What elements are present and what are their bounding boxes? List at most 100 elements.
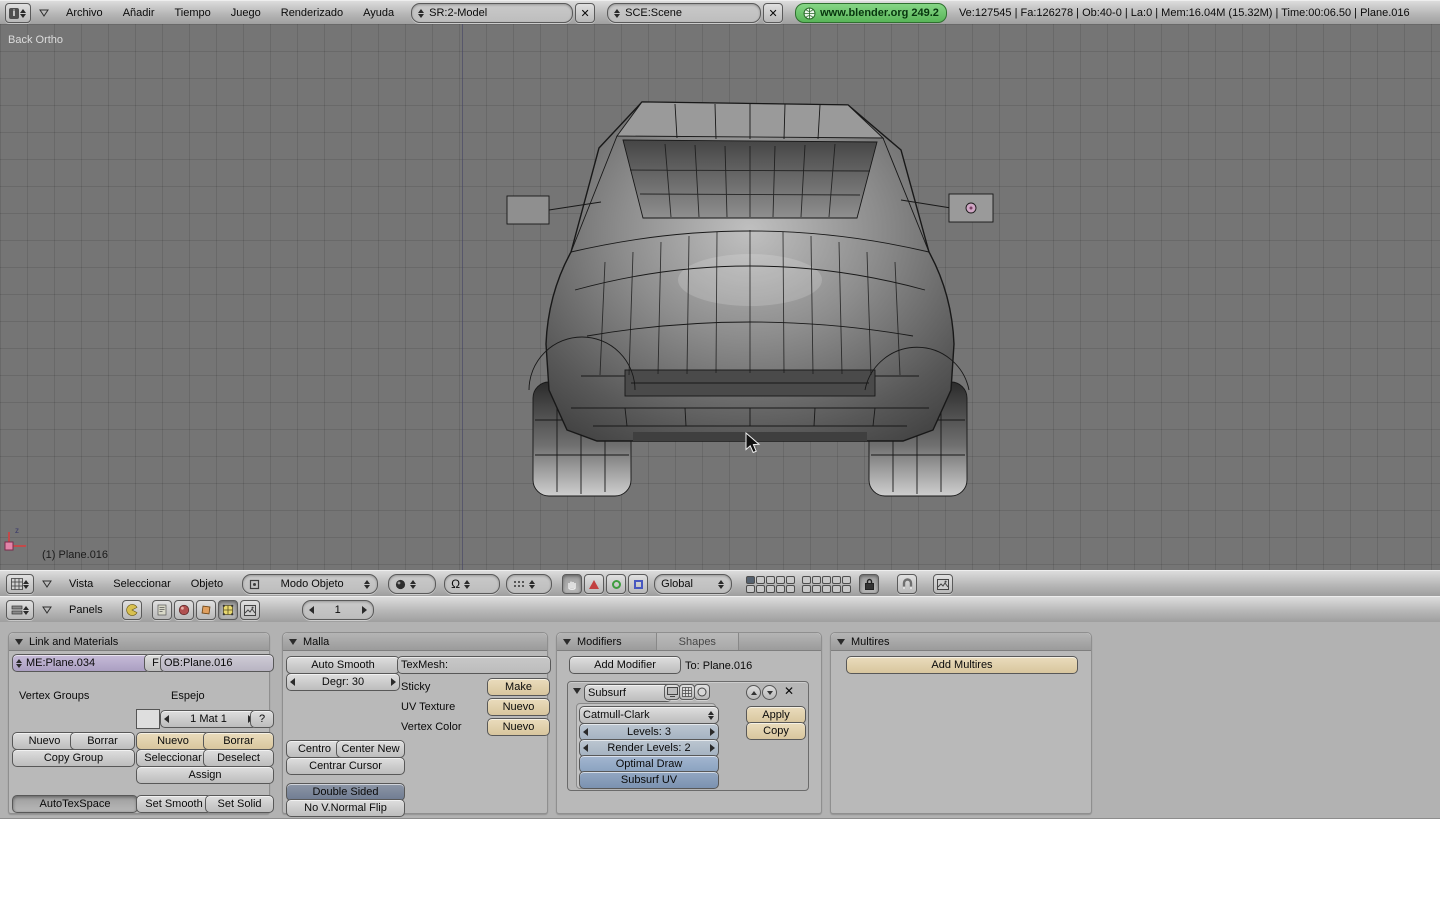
centrar-cursor-button[interactable]: Centrar Cursor: [286, 757, 405, 775]
layer-buttons-group-2[interactable]: [802, 575, 852, 593]
menu-panels[interactable]: Panels: [60, 597, 112, 623]
layer-16[interactable]: [802, 584, 812, 593]
modifier-move-down-button[interactable]: [762, 685, 777, 700]
modifier-editmode-toggle[interactable]: [694, 684, 710, 700]
layer-7[interactable]: [812, 575, 822, 584]
menu-tiempo[interactable]: Tiempo: [165, 1, 219, 25]
layer-9[interactable]: [832, 575, 842, 584]
increment-arrow-icon[interactable]: [390, 678, 396, 686]
add-multires-button[interactable]: Add Multires: [846, 656, 1078, 674]
layer-12[interactable]: [756, 584, 766, 593]
scene-buttons-button[interactable]: [239, 600, 260, 620]
copy-group-button[interactable]: Copy Group: [12, 749, 135, 767]
layer-14[interactable]: [776, 584, 786, 593]
orientation-dropdown[interactable]: Global: [654, 574, 733, 594]
frame-number-field[interactable]: 1: [301, 600, 374, 620]
layer-4[interactable]: [776, 575, 786, 584]
blender-org-link[interactable]: www.blender.org 249.2: [795, 3, 947, 23]
copy-modifier-button[interactable]: Copy: [746, 722, 806, 740]
layer-1[interactable]: [746, 575, 756, 584]
seleccionar-button[interactable]: Seleccionar: [136, 749, 210, 767]
screen-selector[interactable]: SR:2-Model: [411, 3, 574, 23]
decrement-arrow-icon[interactable]: [583, 728, 588, 736]
modifier-name-field[interactable]: Subsurf: [584, 684, 672, 702]
layer-11[interactable]: [746, 584, 756, 593]
draw-type-dropdown[interactable]: [388, 574, 437, 594]
vertex-color-nuevo-button[interactable]: Nuevo: [487, 718, 550, 736]
editing-buttons-button[interactable]: [217, 600, 238, 620]
menu-objeto[interactable]: Objeto: [182, 571, 232, 597]
panel-header-malla[interactable]: Malla: [283, 633, 547, 651]
increment-arrow-icon[interactable]: [361, 606, 367, 614]
increment-arrow-icon[interactable]: [710, 728, 715, 736]
layer-17[interactable]: [812, 584, 822, 593]
layer-15[interactable]: [786, 584, 796, 593]
menu-seleccionar[interactable]: Seleccionar: [104, 571, 179, 597]
material-help-button[interactable]: ?: [250, 710, 274, 728]
vgroup-borrar-button[interactable]: Borrar: [70, 732, 135, 750]
layer-19[interactable]: [832, 584, 842, 593]
auto-smooth-toggle[interactable]: Auto Smooth: [286, 656, 400, 674]
translate-manipulator-button[interactable]: [584, 574, 605, 594]
layer-20[interactable]: [842, 584, 852, 593]
header-collapse-icon[interactable]: [41, 606, 53, 615]
uv-texture-nuevo-button[interactable]: Nuevo: [487, 698, 550, 716]
render-preview-button[interactable]: [933, 574, 954, 594]
tab-shapes[interactable]: Shapes: [655, 633, 739, 650]
subsurf-type-dropdown[interactable]: Catmull-Clark: [579, 706, 719, 724]
material-nuevo-button[interactable]: Nuevo: [136, 732, 210, 750]
layer-18[interactable]: [822, 584, 832, 593]
menu-anadir[interactable]: Añadir: [114, 1, 164, 25]
centro-button[interactable]: Centro: [286, 740, 343, 758]
decrement-arrow-icon[interactable]: [308, 606, 314, 614]
editor-type-selector[interactable]: [6, 600, 34, 620]
lock-layers-button[interactable]: [859, 574, 880, 594]
vgroup-nuevo-button[interactable]: Nuevo: [12, 732, 77, 750]
center-new-button[interactable]: Center New: [336, 740, 405, 758]
modifier-expand-icon[interactable]: [573, 688, 581, 694]
modifier-realtime-toggle[interactable]: [679, 684, 695, 700]
delete-modifier-button[interactable]: ✕: [784, 684, 794, 698]
autotexspace-toggle[interactable]: AutoTexSpace: [12, 795, 138, 813]
modifier-move-up-button[interactable]: [746, 685, 761, 700]
rotate-manipulator-button[interactable]: [606, 574, 627, 594]
panel-header-link-materials[interactable]: Link and Materials: [9, 633, 269, 651]
material-index-field[interactable]: 1 Mat 1: [160, 710, 257, 728]
mesh-datablock-field[interactable]: ME:Plane.034: [12, 654, 151, 672]
window-type-selector[interactable]: i: [5, 3, 31, 23]
set-smooth-button[interactable]: Set Smooth: [136, 795, 212, 813]
subsurf-uv-toggle[interactable]: Subsurf UV: [579, 771, 719, 789]
screen-close-button[interactable]: ✕: [575, 3, 596, 23]
object-buttons-button[interactable]: [195, 600, 216, 620]
menu-ayuda[interactable]: Ayuda: [354, 1, 403, 25]
decrement-arrow-icon[interactable]: [164, 715, 169, 723]
no-vnormal-flip-toggle[interactable]: No V.Normal Flip: [286, 799, 405, 817]
layer-6[interactable]: [802, 575, 812, 584]
set-solid-button[interactable]: Set Solid: [205, 795, 274, 813]
layer-13[interactable]: [766, 584, 776, 593]
deselect-button[interactable]: Deselect: [203, 749, 274, 767]
header-collapse-icon[interactable]: [38, 9, 50, 18]
sticky-make-button[interactable]: Make: [487, 678, 550, 696]
add-modifier-button[interactable]: Add Modifier: [569, 656, 681, 674]
object-name-field[interactable]: OB:Plane.016: [160, 654, 274, 672]
script-buttons-button[interactable]: [151, 600, 172, 620]
shading-buttons-button[interactable]: [173, 600, 194, 620]
menu-juego[interactable]: Juego: [222, 1, 270, 25]
scale-manipulator-button[interactable]: [628, 574, 649, 594]
pivot-dropdown[interactable]: Ω: [444, 574, 501, 594]
header-collapse-icon[interactable]: [41, 580, 53, 589]
layer-buttons-group-1[interactable]: [746, 575, 796, 593]
material-color-swatch[interactable]: [136, 709, 160, 729]
scene-selector[interactable]: SCE:Scene: [607, 3, 762, 23]
editor-type-selector[interactable]: [6, 574, 34, 594]
texmesh-field[interactable]: TexMesh:: [397, 656, 551, 674]
layer-8[interactable]: [822, 575, 832, 584]
viewport-3d[interactable]: Back Ortho z (1) Plane.016: [0, 24, 1440, 570]
layer-10[interactable]: [842, 575, 852, 584]
snap-button[interactable]: [897, 574, 918, 594]
menu-renderizado[interactable]: Renderizado: [272, 1, 352, 25]
scene-close-button[interactable]: ✕: [763, 3, 784, 23]
modifier-render-toggle[interactable]: [664, 684, 680, 700]
layer-3[interactable]: [766, 575, 776, 584]
